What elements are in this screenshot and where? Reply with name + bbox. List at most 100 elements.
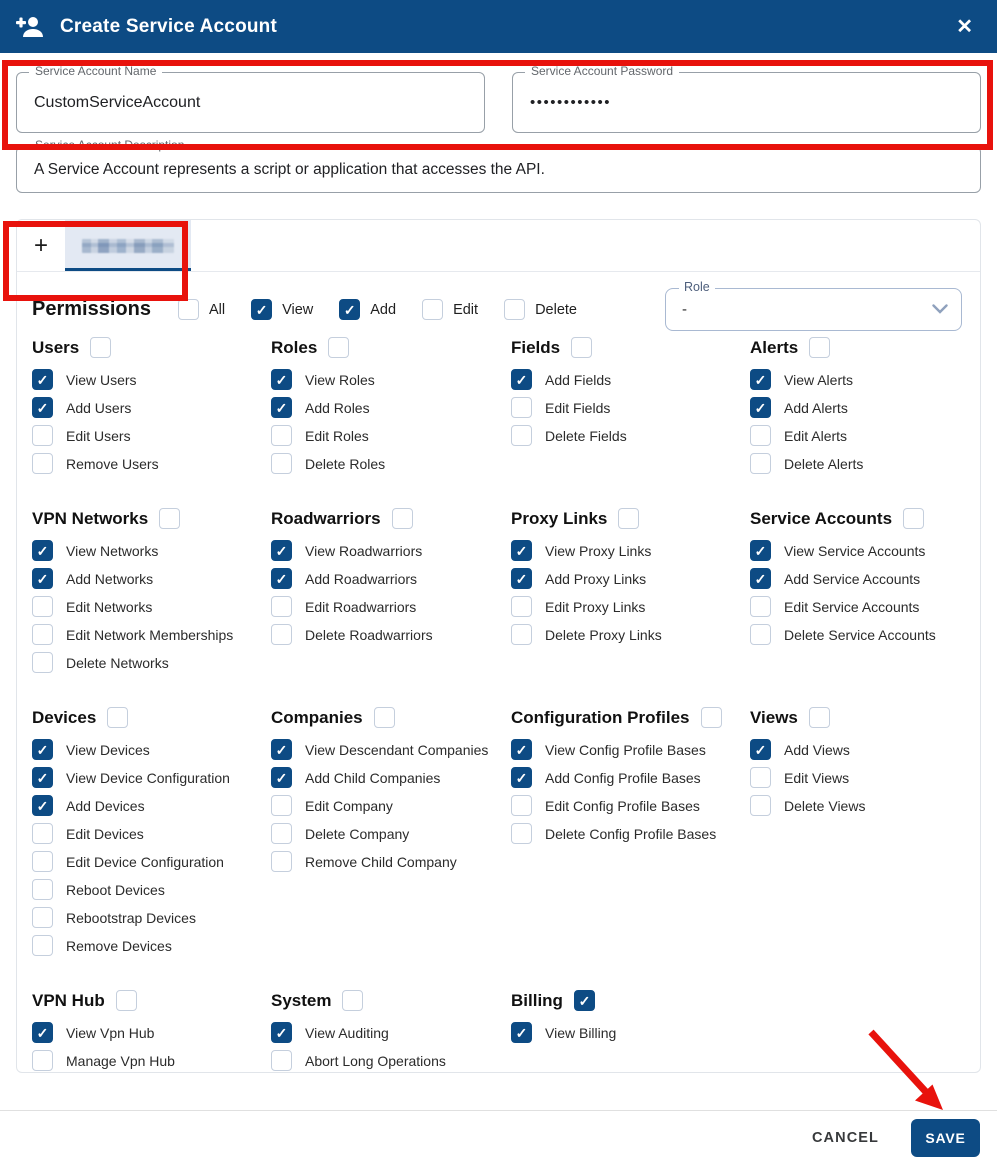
checkbox[interactable]: ✓ bbox=[511, 369, 532, 390]
checkbox[interactable]: ✓ bbox=[271, 596, 292, 617]
permission-item[interactable]: ✓ Edit Service Accounts bbox=[750, 596, 980, 617]
permission-item[interactable]: ✓ Remove Users bbox=[32, 453, 271, 474]
checkbox[interactable]: ✓ bbox=[750, 453, 771, 474]
group-checkbox[interactable]: ✓ bbox=[374, 707, 395, 728]
checkbox[interactable]: ✓ bbox=[750, 540, 771, 561]
permission-item[interactable]: ✓ Edit Network Memberships bbox=[32, 624, 271, 645]
checkbox[interactable]: ✓ bbox=[32, 1022, 53, 1043]
permission-item[interactable]: ✓ View Networks bbox=[32, 540, 271, 561]
checkbox[interactable]: ✓ bbox=[750, 369, 771, 390]
group-checkbox[interactable]: ✓ bbox=[159, 508, 180, 529]
checkbox[interactable]: ✓ bbox=[32, 624, 53, 645]
permission-item[interactable]: ✓ Add Roadwarriors bbox=[271, 568, 511, 589]
checkbox[interactable]: ✓ bbox=[511, 568, 532, 589]
checkbox[interactable]: ✓ bbox=[339, 299, 360, 320]
permission-item[interactable]: ✓ Edit Networks bbox=[32, 596, 271, 617]
permission-item[interactable]: ✓ Delete Alerts bbox=[750, 453, 980, 474]
checkbox[interactable]: ✓ bbox=[271, 823, 292, 844]
checkbox[interactable]: ✓ bbox=[32, 767, 53, 788]
group-checkbox[interactable]: ✓ bbox=[903, 508, 924, 529]
permission-item[interactable]: ✓ Delete Roadwarriors bbox=[271, 624, 511, 645]
permission-item[interactable]: ✓ Add Config Profile Bases bbox=[511, 767, 750, 788]
permission-item[interactable]: ✓ Delete Fields bbox=[511, 425, 750, 446]
checkbox[interactable]: ✓ bbox=[750, 425, 771, 446]
permission-item[interactable]: ✓ Add Service Accounts bbox=[750, 568, 980, 589]
permission-item[interactable]: ✓ Add Networks bbox=[32, 568, 271, 589]
name-field-value[interactable]: CustomServiceAccount bbox=[17, 73, 484, 132]
permission-item[interactable]: ✓ Delete Roles bbox=[271, 453, 511, 474]
checkbox[interactable]: ✓ bbox=[511, 596, 532, 617]
checkbox[interactable]: ✓ bbox=[32, 397, 53, 418]
checkbox[interactable]: ✓ bbox=[271, 739, 292, 760]
checkbox[interactable]: ✓ bbox=[271, 453, 292, 474]
permission-item[interactable]: ✓ Add Proxy Links bbox=[511, 568, 750, 589]
permission-item[interactable]: ✓ View Auditing bbox=[271, 1022, 511, 1043]
permission-item[interactable]: ✓ Add Views bbox=[750, 739, 980, 760]
checkbox[interactable]: ✓ bbox=[32, 907, 53, 928]
group-checkbox[interactable]: ✓ bbox=[107, 707, 128, 728]
permission-item[interactable]: ✓ Abort Long Operations bbox=[271, 1050, 511, 1071]
checkbox[interactable]: ✓ bbox=[271, 397, 292, 418]
group-checkbox[interactable]: ✓ bbox=[392, 508, 413, 529]
permission-item[interactable]: ✓ Add Fields bbox=[511, 369, 750, 390]
checkbox[interactable]: ✓ bbox=[32, 540, 53, 561]
checkbox[interactable]: ✓ bbox=[32, 935, 53, 956]
permission-item[interactable]: ✓ Delete Company bbox=[271, 823, 511, 844]
checkbox[interactable]: ✓ bbox=[32, 596, 53, 617]
group-checkbox[interactable]: ✓ bbox=[328, 337, 349, 358]
checkbox[interactable]: ✓ bbox=[32, 453, 53, 474]
checkbox[interactable]: ✓ bbox=[511, 1022, 532, 1043]
group-checkbox[interactable]: ✓ bbox=[90, 337, 111, 358]
permission-item[interactable]: ✓ View Users bbox=[32, 369, 271, 390]
permission-item[interactable]: ✓ View Billing bbox=[511, 1022, 750, 1043]
add-tab-button[interactable]: + bbox=[17, 220, 65, 271]
group-checkbox[interactable]: ✓ bbox=[342, 990, 363, 1011]
permission-item[interactable]: ✓ Rebootstrap Devices bbox=[32, 907, 271, 928]
permission-item[interactable]: ✓ Edit Roles bbox=[271, 425, 511, 446]
permission-item[interactable]: ✓ Edit Views bbox=[750, 767, 980, 788]
checkbox[interactable]: ✓ bbox=[511, 425, 532, 446]
checkbox[interactable]: ✓ bbox=[511, 795, 532, 816]
checkbox[interactable]: ✓ bbox=[750, 624, 771, 645]
permission-item[interactable]: ✓ View Descendant Companies bbox=[271, 739, 511, 760]
permission-item[interactable]: ✓ View Devices bbox=[32, 739, 271, 760]
checkbox[interactable]: ✓ bbox=[511, 624, 532, 645]
permission-item[interactable]: ✓ Edit Config Profile Bases bbox=[511, 795, 750, 816]
permission-item[interactable]: ✓ Manage Vpn Hub bbox=[32, 1050, 271, 1071]
checkbox[interactable]: ✓ bbox=[251, 299, 272, 320]
checkbox[interactable]: ✓ bbox=[32, 1050, 53, 1071]
permission-item[interactable]: ✓ Delete Service Accounts bbox=[750, 624, 980, 645]
checkbox[interactable]: ✓ bbox=[32, 369, 53, 390]
group-checkbox[interactable]: ✓ bbox=[618, 508, 639, 529]
checkbox[interactable]: ✓ bbox=[32, 739, 53, 760]
permission-item[interactable]: ✓ View Roadwarriors bbox=[271, 540, 511, 561]
permission-item[interactable]: ✓ View Vpn Hub bbox=[32, 1022, 271, 1043]
checkbox[interactable]: ✓ bbox=[271, 369, 292, 390]
permission-item[interactable]: ✓ Reboot Devices bbox=[32, 879, 271, 900]
checkbox[interactable]: ✓ bbox=[271, 1050, 292, 1071]
cancel-button[interactable]: CANCEL bbox=[812, 1130, 879, 1146]
tab-selected-redacted[interactable] bbox=[65, 220, 191, 271]
quick-toggle[interactable]: ✓ Delete bbox=[504, 299, 577, 320]
checkbox[interactable]: ✓ bbox=[32, 795, 53, 816]
description-field-value[interactable]: A Service Account represents a script or… bbox=[17, 147, 980, 192]
quick-toggle[interactable]: ✓ Edit bbox=[422, 299, 478, 320]
permission-item[interactable]: ✓ Edit Users bbox=[32, 425, 271, 446]
checkbox[interactable]: ✓ bbox=[271, 795, 292, 816]
checkbox[interactable]: ✓ bbox=[271, 568, 292, 589]
permission-item[interactable]: ✓ View Roles bbox=[271, 369, 511, 390]
permission-item[interactable]: ✓ Edit Devices bbox=[32, 823, 271, 844]
checkbox[interactable]: ✓ bbox=[271, 767, 292, 788]
permission-item[interactable]: ✓ Delete Views bbox=[750, 795, 980, 816]
password-field-value[interactable]: •••••••••••• bbox=[513, 73, 980, 132]
checkbox[interactable]: ✓ bbox=[271, 1022, 292, 1043]
checkbox[interactable]: ✓ bbox=[750, 397, 771, 418]
service-account-password-field[interactable]: Service Account Password •••••••••••• bbox=[512, 72, 981, 133]
permission-item[interactable]: ✓ Delete Networks bbox=[32, 652, 271, 673]
role-select[interactable]: Role - bbox=[665, 288, 962, 331]
checkbox[interactable]: ✓ bbox=[32, 568, 53, 589]
permission-item[interactable]: ✓ Remove Child Company bbox=[271, 851, 511, 872]
service-account-name-field[interactable]: Service Account Name CustomServiceAccoun… bbox=[16, 72, 485, 133]
service-account-description-field[interactable]: Service Account Description A Service Ac… bbox=[16, 146, 981, 193]
permission-item[interactable]: ✓ Edit Fields bbox=[511, 397, 750, 418]
